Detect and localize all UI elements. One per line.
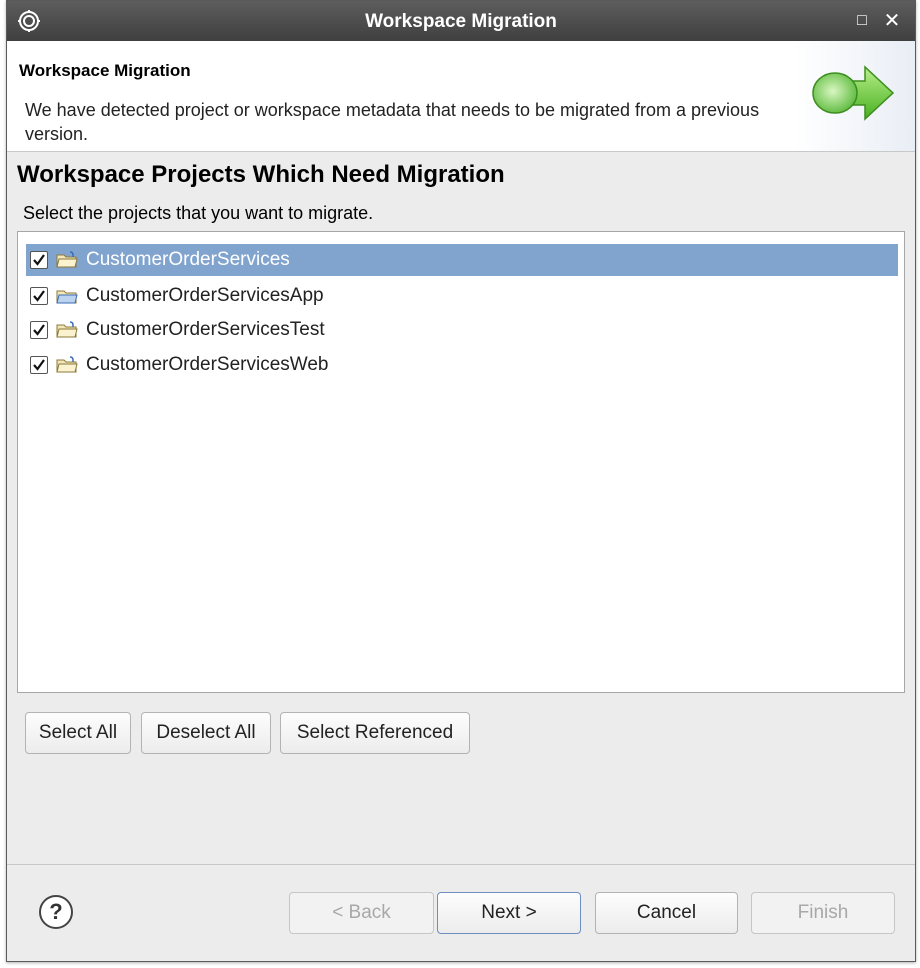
back-button[interactable]: < Back [289,892,434,934]
maximize-button[interactable]: □ [853,12,871,30]
list-item[interactable]: CustomerOrderServicesWeb [26,349,898,381]
project-checkbox[interactable] [30,287,48,305]
cancel-button[interactable]: Cancel [595,892,738,934]
project-folder-icon [56,251,78,268]
project-label: CustomerOrderServicesApp [86,285,324,306]
wizard-header-message: We have detected project or workspace me… [25,100,760,144]
migrate-arrow-icon [812,65,895,121]
help-icon[interactable]: ? [39,895,73,929]
title-bar[interactable]: Workspace Migration □ ✕ [7,1,915,41]
list-item[interactable]: CustomerOrderServicesTest [26,314,898,346]
checkmark-icon [33,359,45,371]
wizard-dialog: Workspace Migration □ ✕ Workspace Migrat… [6,0,916,962]
deselect-all-button[interactable]: Deselect All [141,712,271,754]
page-title: Workspace Projects Which Need Migration [17,161,505,188]
project-folder-icon [56,356,78,373]
list-item[interactable]: CustomerOrderServices [26,244,898,276]
list-item[interactable]: CustomerOrderServicesApp [26,280,898,312]
checkmark-icon [33,324,45,336]
wizard-header: Workspace Migration We have detected pro… [7,41,915,152]
project-checklist[interactable]: CustomerOrderServices CustomerOrderServi… [17,231,905,693]
wizard-header-title: Workspace Migration [19,61,191,80]
select-all-button[interactable]: Select All [25,712,131,754]
finish-button[interactable]: Finish [751,892,895,934]
project-folder-icon [56,290,78,304]
next-button[interactable]: Next > [437,892,581,934]
project-checkbox[interactable] [30,251,48,269]
close-button[interactable]: ✕ [883,11,901,31]
wizard-banner-graphic [795,41,915,151]
window-title: Workspace Migration [365,11,557,32]
project-checkbox[interactable] [30,356,48,374]
select-referenced-button[interactable]: Select Referenced [280,712,470,754]
project-label: CustomerOrderServices [86,249,290,270]
page-description: Select the projects that you want to mig… [23,203,374,223]
project-label: CustomerOrderServicesWeb [86,354,329,375]
project-label: CustomerOrderServicesTest [86,319,325,340]
footer-separator [7,864,915,865]
checkmark-icon [33,254,45,266]
project-folder-icon [56,321,78,338]
project-checkbox[interactable] [30,321,48,339]
checkmark-icon [33,290,45,302]
